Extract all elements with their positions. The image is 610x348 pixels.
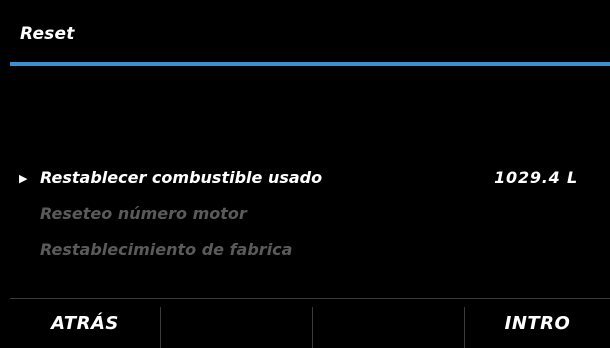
back-button[interactable]: ATRÁS: [10, 299, 160, 348]
menu-item-factory-reset[interactable]: Restablecimiento de fabrica: [10, 240, 610, 266]
soft-key-bar: ATRÁS INTRO: [10, 298, 610, 348]
soft-key-2-button[interactable]: [161, 299, 311, 348]
title-accent-line: [10, 62, 610, 66]
menu-item-reset-fuel-used[interactable]: ▶ Restablecer combustible usado 1029.4 L: [10, 168, 610, 194]
page-title: Reset: [20, 24, 75, 44]
fuel-used-value: 1029.4 L: [494, 168, 578, 187]
menu-item-label: Restablecer combustible usado: [40, 168, 323, 187]
menu-item-reset-engine-number[interactable]: Reseteo número motor: [10, 204, 610, 230]
menu-item-label: Reseteo número motor: [40, 204, 247, 223]
soft-key-3-button[interactable]: [313, 299, 463, 348]
menu-item-label: Restablecimiento de fabrica: [40, 240, 293, 259]
title-bar: Reset: [10, 10, 610, 60]
selection-arrow-icon: ▶: [19, 172, 28, 185]
enter-button[interactable]: INTRO: [465, 299, 610, 348]
display-screen: Reset ▶ Restablecer combustible usado 10…: [10, 10, 610, 348]
